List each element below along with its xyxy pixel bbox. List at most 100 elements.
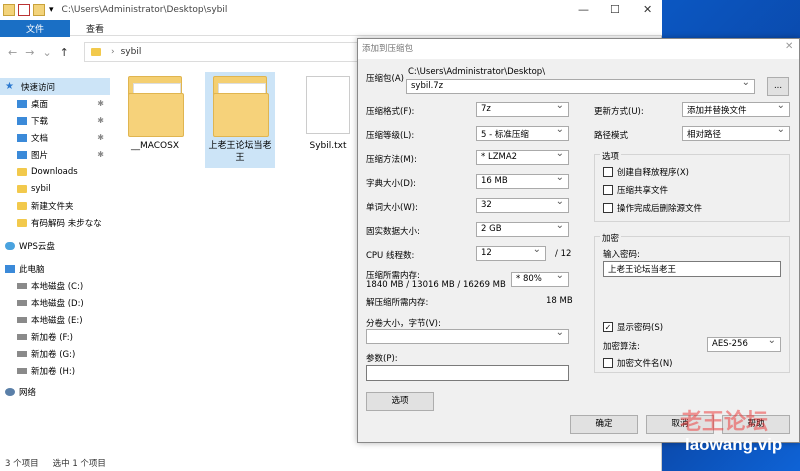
- sidebar-item-sybil[interactable]: sybil: [0, 180, 110, 197]
- checkbox-icon: [603, 167, 613, 177]
- cpu-label: CPU 线程数:: [366, 251, 415, 261]
- sidebar-item-wps-cloud[interactable]: WPS云盘: [0, 237, 110, 254]
- password-input[interactable]: 上老王论坛当老王: [603, 261, 781, 277]
- ribbon-tabs: 文件 主页 共享 查看: [0, 20, 662, 37]
- watermark-text: laowang.vip: [685, 435, 783, 454]
- level-select[interactable]: 5 - 标准压缩: [476, 126, 569, 141]
- method-select[interactable]: * LZMA2: [476, 150, 569, 165]
- close-icon[interactable]: ✕: [643, 3, 652, 16]
- update-select[interactable]: 添加并替换文件: [682, 102, 790, 117]
- sidebar-item-drive-e[interactable]: 本地磁盘 (E:): [0, 311, 110, 328]
- dialog-title: 添加到压缩包: [358, 39, 799, 59]
- password-label: 输入密码:: [603, 250, 640, 260]
- sidebar-item-new-folder[interactable]: 新建文件夹: [0, 197, 110, 214]
- mem-percent-select[interactable]: * 80%: [511, 272, 569, 287]
- tab-file[interactable]: 文件: [0, 20, 70, 37]
- sidebar-item-drive-d[interactable]: 本地磁盘 (D:): [0, 294, 110, 311]
- pathmode-select[interactable]: 相对路径: [682, 126, 790, 141]
- shared-files-checkbox[interactable]: 压缩共享文件: [603, 184, 668, 196]
- dmem-value: 18 MB: [546, 296, 573, 306]
- watermark-logo: 老王论坛: [680, 409, 769, 434]
- sidebar-item-downloads-folder[interactable]: Downloads: [0, 163, 110, 180]
- file-item-macosx[interactable]: __MACOSX: [120, 76, 190, 152]
- delete-after-checkbox[interactable]: 操作完成后删除源文件: [603, 202, 702, 214]
- sidebar-item-decode[interactable]: 有码解码 未步なな: [0, 214, 110, 231]
- file-name: 上老王论坛当老王: [208, 141, 272, 163]
- sidebar-item-drive-f[interactable]: 新加卷 (F:): [0, 328, 110, 345]
- minimize-icon[interactable]: —: [578, 3, 589, 16]
- sidebar-item-label: 本地磁盘 (E:): [31, 315, 83, 326]
- dropdown-arrow-icon[interactable]: ▾: [49, 5, 54, 15]
- sidebar-item-drive-h[interactable]: 新加卷 (H:): [0, 362, 110, 379]
- sidebar-item-this-pc[interactable]: 此电脑: [0, 260, 110, 277]
- sfx-checkbox[interactable]: 创建自释放程序(X): [603, 166, 689, 178]
- options-button[interactable]: 选项: [366, 392, 434, 411]
- file-item-sybil-txt[interactable]: Sybil.txt: [293, 76, 363, 152]
- pin-icon: ✱: [97, 116, 104, 125]
- sidebar-item-label: 下载: [31, 116, 49, 127]
- dict-select[interactable]: 16 MB: [476, 174, 569, 189]
- sidebar-item-drive-c[interactable]: 本地磁盘 (C:): [0, 277, 110, 294]
- format-label: 压缩格式(F):: [366, 107, 415, 117]
- encrypt-names-checkbox[interactable]: 加密文件名(N): [603, 357, 673, 369]
- file-item-laowang[interactable]: 上老王论坛当老王: [205, 72, 275, 168]
- checkbox-label: 加密文件名(N): [617, 359, 673, 369]
- add-to-archive-dialog: 添加到压缩包 ✕ 压缩包(A) C:\Users\Administrator\D…: [357, 38, 800, 443]
- show-password-checkbox[interactable]: ✓ 显示密码(S): [603, 321, 663, 333]
- sidebar-item-label: 此电脑: [19, 264, 45, 275]
- tab-view[interactable]: 查看: [76, 20, 114, 35]
- pin-icon: ✱: [97, 99, 104, 108]
- browse-button[interactable]: ...: [767, 77, 789, 96]
- checkbox-label: 显示密码(S): [617, 323, 664, 333]
- drive-icon: [17, 333, 27, 340]
- sidebar-item-desktop[interactable]: 桌面 ✱: [0, 95, 110, 112]
- sidebar-item-label: sybil: [31, 183, 51, 194]
- sidebar-item-quick-access[interactable]: ★ 快速访问: [0, 78, 110, 95]
- checkbox-icon: [603, 185, 613, 195]
- breadcrumb[interactable]: sybil: [121, 47, 142, 57]
- archive-name-combo[interactable]: sybil.7z: [406, 79, 755, 94]
- sidebar-item-documents[interactable]: 文档 ✱: [0, 129, 110, 146]
- split-label: 分卷大小，字节(V):: [366, 319, 441, 329]
- folder-icon: [17, 201, 27, 210]
- word-select[interactable]: 32: [476, 198, 569, 213]
- format-select[interactable]: 7z: [476, 102, 569, 117]
- drive-icon: [17, 316, 27, 323]
- folder-icon[interactable]: [33, 4, 45, 16]
- close-icon[interactable]: ✕: [785, 41, 793, 52]
- forward-icon[interactable]: →: [25, 46, 34, 59]
- enc-method-select[interactable]: AES-256: [707, 337, 781, 352]
- pc-icon: [5, 264, 15, 273]
- drive-icon: [17, 299, 27, 306]
- pin-icon: ✱: [97, 133, 104, 142]
- dmem-label: 解压缩所需内存:: [366, 298, 429, 308]
- file-name: Sybil.txt: [309, 141, 347, 151]
- archive-label: 压缩包(A): [366, 74, 404, 84]
- sidebar-item-network[interactable]: 网络: [0, 383, 110, 400]
- up-icon[interactable]: ↑: [60, 46, 69, 59]
- back-icon[interactable]: ←: [8, 46, 17, 59]
- sidebar-item-label: 新建文件夹: [31, 201, 74, 212]
- sidebar-item-label: 新加卷 (F:): [31, 332, 73, 343]
- sidebar-item-pictures[interactable]: 图片 ✱: [0, 146, 110, 163]
- chevron-down-icon[interactable]: ⌄: [42, 46, 51, 59]
- document-icon: [17, 133, 27, 142]
- folder-icon: [213, 76, 269, 137]
- maximize-icon[interactable]: ☐: [610, 3, 620, 16]
- checkbox-icon: [603, 358, 613, 368]
- checkbox-icon[interactable]: [18, 4, 30, 16]
- check-icon: ✓: [603, 322, 613, 332]
- sidebar-item-downloads[interactable]: 下载 ✱: [0, 112, 110, 129]
- level-label: 压缩等级(L):: [366, 131, 415, 141]
- solid-select[interactable]: 2 GB: [476, 222, 569, 237]
- split-select[interactable]: [366, 329, 569, 344]
- checkbox-label: 创建自释放程序(X): [617, 168, 689, 178]
- checkbox-label: 操作完成后删除源文件: [617, 204, 703, 214]
- update-label: 更新方式(U):: [594, 107, 644, 117]
- ok-button[interactable]: 确定: [570, 415, 638, 434]
- sidebar-item-label: 有码解码 未步なな: [31, 218, 102, 229]
- folder-icon: [17, 184, 27, 193]
- sidebar-item-drive-g[interactable]: 新加卷 (G:): [0, 345, 110, 362]
- params-input[interactable]: [366, 365, 569, 381]
- cpu-select[interactable]: 12: [476, 246, 546, 261]
